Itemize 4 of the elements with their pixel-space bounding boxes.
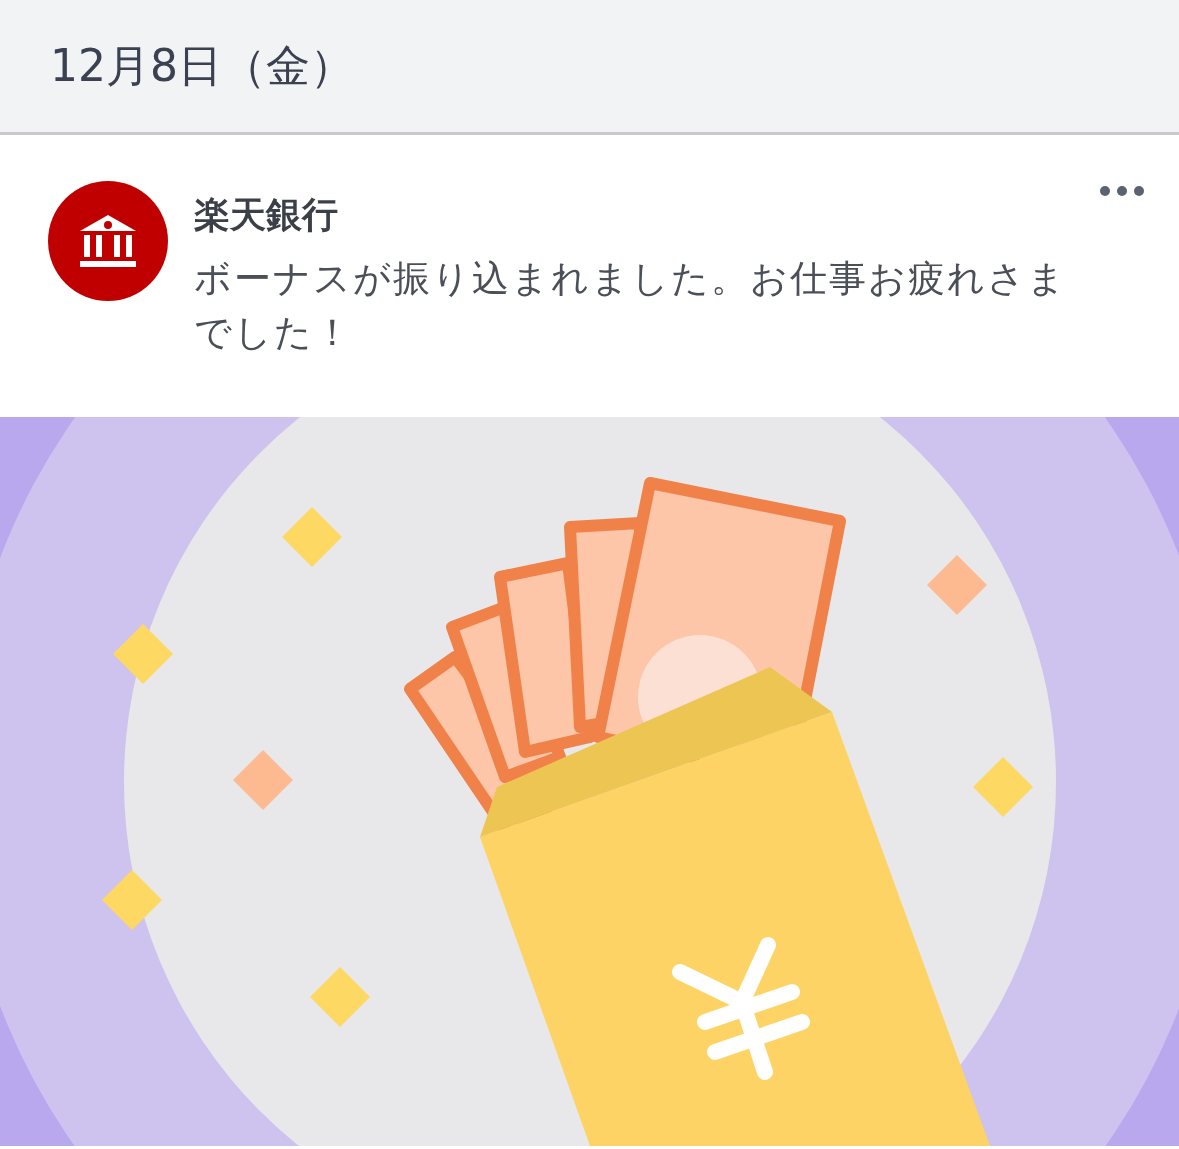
sender-name: 楽天銀行: [194, 193, 339, 237]
more-icon[interactable]: [1099, 185, 1145, 197]
date-header: 12月8日（金）: [50, 38, 354, 93]
notification-message: ボーナスが振り込まれました。お仕事お疲れさまでした！: [194, 256, 1068, 356]
